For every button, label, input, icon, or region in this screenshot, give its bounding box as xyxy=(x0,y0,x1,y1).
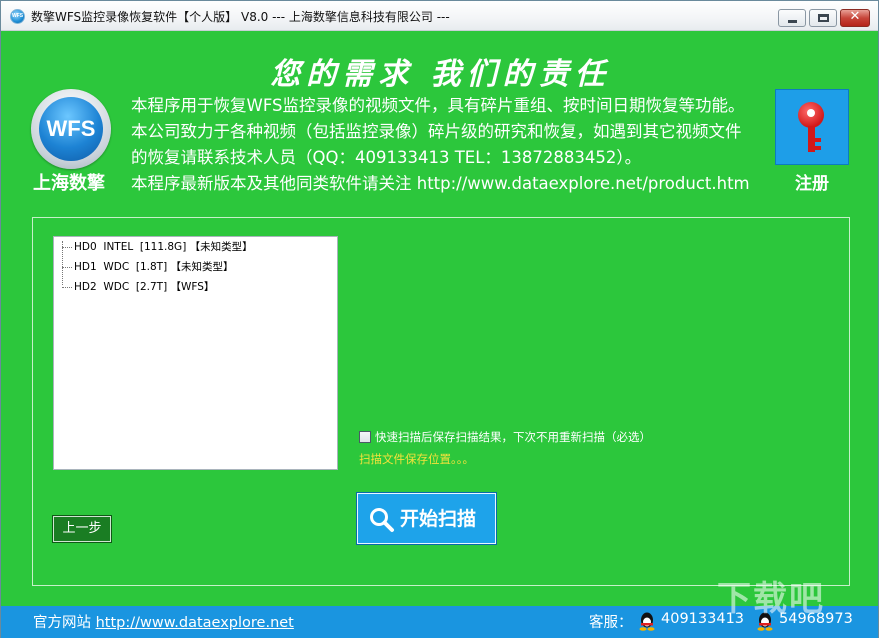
prev-step-button[interactable]: 上一步 xyxy=(52,515,112,543)
window-controls: ✕ xyxy=(778,9,870,27)
intro-line: 的恢复请联系技术人员（QQ：409133413 TEL：13872883452）… xyxy=(131,148,642,167)
intro-line: 本程序用于恢复WFS监控录像的视频文件，具有碎片重组、按时间日期恢复等功能。 xyxy=(131,96,745,115)
drive-tree[interactable]: HD0 INTEL [111.8G] 【未知类型】 HD1 WDC [1.8T]… xyxy=(53,236,338,470)
search-icon xyxy=(370,508,394,532)
window-title: 数擎WFS监控录像恢复软件【个人版】 V8.0 --- 上海数擎信息科技有限公司… xyxy=(31,10,450,24)
watermark: 下载吧 xyxy=(717,579,825,619)
save-scan-option[interactable]: 快速扫描后保存扫描结果，下次不用重新扫描（必选） xyxy=(359,429,651,445)
wfs-logo-icon: WFS xyxy=(31,89,111,169)
close-button[interactable]: ✕ xyxy=(840,9,870,27)
official-site: 官方网站 http://www.dataexplore.net xyxy=(33,611,294,632)
service-label: 客服： xyxy=(589,615,633,631)
minimize-button[interactable] xyxy=(778,9,806,27)
register-label[interactable]: 注册 xyxy=(775,169,849,194)
minimize-icon xyxy=(788,20,797,23)
logo-text: WFS xyxy=(39,97,103,161)
site-link[interactable]: http://www.dataexplore.net xyxy=(96,615,294,631)
app-window: WFS 数擎WFS监控录像恢复软件【个人版】 V8.0 --- 上海数擎信息科技… xyxy=(0,0,879,638)
site-prefix: 官方网站 xyxy=(33,615,91,631)
start-scan-button[interactable]: 开始扫描 xyxy=(356,492,497,545)
register-button[interactable] xyxy=(775,89,849,165)
key-icon xyxy=(798,102,824,128)
save-path-link[interactable]: 扫描文件保存位置。。。 xyxy=(359,451,474,467)
save-scan-label[interactable]: 快速扫描后保存扫描结果，下次不用重新扫描（必选） xyxy=(375,429,651,445)
intro-line: 本公司致力于各种视频（包括监控录像）碎片级的研究和恢复，如遇到其它视频文件 xyxy=(131,122,742,141)
app-icon: WFS xyxy=(10,9,25,24)
maximize-button[interactable] xyxy=(809,9,837,27)
slogan: 您的需求 我们的责任 xyxy=(270,57,611,92)
start-scan-label: 开始扫描 xyxy=(400,508,477,530)
maximize-icon xyxy=(818,14,829,22)
title-bar[interactable]: WFS 数擎WFS监控录像恢复软件【个人版】 V8.0 --- 上海数擎信息科技… xyxy=(1,1,878,31)
qq-icon[interactable] xyxy=(638,611,656,631)
close-icon: ✕ xyxy=(849,9,861,24)
drive-item-hd1[interactable]: HD1 WDC [1.8T] 【未知类型】 xyxy=(62,260,234,274)
drive-item-hd2[interactable]: HD2 WDC [2.7T] 【WFS】 xyxy=(62,280,214,294)
company-label: 上海数擎 xyxy=(33,173,105,194)
save-scan-checkbox[interactable] xyxy=(359,431,371,443)
main-panel: HD0 INTEL [111.8G] 【未知类型】 HD1 WDC [1.8T]… xyxy=(32,217,850,586)
intro-line: 本程序最新版本及其他同类软件请关注 http://www.dataexplore… xyxy=(131,174,750,193)
intro-text: 本程序用于恢复WFS监控录像的视频文件，具有碎片重组、按时间日期恢复等功能。 本… xyxy=(131,93,750,197)
drive-item-hd0[interactable]: HD0 INTEL [111.8G] 【未知类型】 xyxy=(62,240,253,254)
